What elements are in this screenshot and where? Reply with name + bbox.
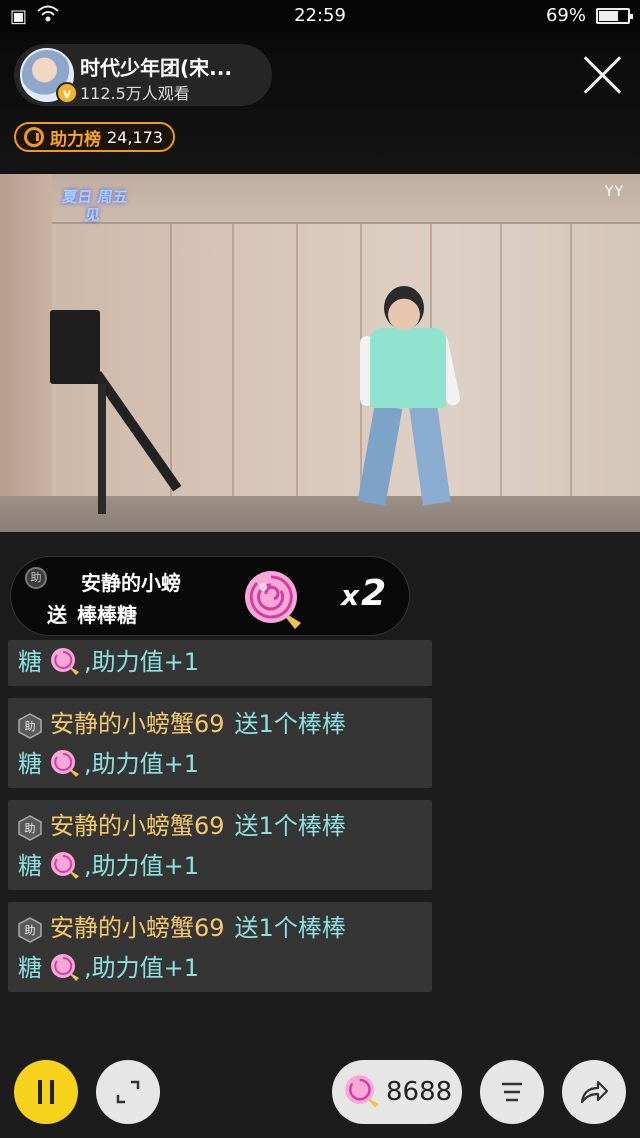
performer-head	[384, 286, 424, 330]
chat-line: 助 安静的小螃蟹69 送1个棒棒	[18, 704, 422, 744]
close-button[interactable]	[582, 54, 624, 96]
chat-text: 送1个棒棒	[234, 812, 346, 840]
wall-panel-line	[500, 224, 502, 496]
chat-line: 助 安静的小螃蟹69 送1个棒棒	[18, 908, 422, 948]
support-rank-button[interactable]: 助力榜 24,173	[14, 122, 175, 152]
svg-text:助: 助	[25, 923, 36, 937]
lollipop-icon	[345, 1075, 379, 1108]
chat-text: ,助力值+1	[84, 852, 200, 880]
wall-panel-line	[232, 224, 234, 496]
share-button[interactable]	[562, 1060, 626, 1124]
chat-username[interactable]: 安静的小螃蟹69	[50, 704, 225, 744]
chat-text: 糖	[18, 954, 42, 982]
lollipop-icon	[51, 648, 79, 675]
battery-percent: 69%	[545, 5, 586, 26]
avatar[interactable]: v	[20, 48, 78, 104]
performer-leg	[409, 404, 451, 506]
chat-line: 糖 ,助力值+1	[18, 642, 422, 682]
video-left-wall	[0, 174, 52, 532]
gift-name: 棒棒糖	[77, 603, 137, 627]
chat-line: 糖 ,助力值+1	[18, 744, 422, 784]
chat-text: 糖	[18, 648, 42, 676]
wall-panel-line	[296, 224, 298, 496]
chat-text: ,助力值+1	[84, 954, 200, 982]
viewer-count: 112.5万人观看	[80, 84, 190, 103]
gift-action: 送	[47, 603, 67, 627]
gift-multiplier: x2	[341, 573, 386, 614]
performer	[356, 286, 462, 506]
verified-badge: v	[56, 82, 78, 104]
lollipop-icon	[245, 571, 301, 629]
menu-button[interactable]	[480, 1060, 544, 1124]
support-badge-icon: 助	[18, 915, 42, 943]
performer-shirt	[370, 328, 446, 408]
rank-icon	[24, 127, 44, 147]
gift-count: 8688	[386, 1077, 453, 1107]
svg-text:助: 助	[25, 719, 36, 733]
performer-leg	[357, 404, 403, 506]
menu-icon	[502, 1082, 522, 1102]
lollipop-icon	[51, 954, 79, 981]
lollipop-icon	[51, 852, 79, 879]
status-bar: ▣ 22:59 69%	[0, 0, 640, 32]
chat-username[interactable]: 安静的小螃蟹69	[50, 806, 225, 846]
gift-sender: 安静的小螃	[81, 571, 181, 595]
live-header: v 时代少年团(宋... 112.5万人观看 助力榜 24,173	[0, 32, 640, 174]
yy-watermark: YY	[604, 184, 624, 200]
video-floor	[0, 496, 640, 532]
battery-icon	[596, 7, 633, 24]
chat-line: 糖 ,助力值+1	[18, 948, 422, 988]
pause-button[interactable]	[14, 1060, 78, 1124]
chat-text: 糖	[18, 852, 42, 880]
multiplier-prefix: x	[341, 579, 360, 612]
gift-banner: 助 安静的小螃 送 棒棒糖 x2	[10, 556, 410, 636]
host-info[interactable]: v 时代少年团(宋... 112.5万人观看	[14, 44, 272, 106]
chat-text: 送1个棒棒	[234, 914, 346, 942]
host-name: 时代少年团(宋...	[80, 56, 232, 80]
support-badge-icon: 助	[18, 813, 42, 841]
show-logo: 夏日 周五见	[61, 188, 129, 224]
rank-value: 24,173	[107, 127, 163, 147]
speaker-stand-leg	[98, 384, 106, 514]
rank-label: 助力榜	[50, 129, 101, 150]
clock: 22:59	[294, 5, 346, 26]
battery-fill	[599, 10, 619, 21]
lollipop-icon	[51, 750, 79, 777]
multiplier-value: 2	[361, 573, 387, 614]
support-badge-icon: 助	[18, 711, 42, 739]
chat-text: ,助力值+1	[84, 648, 200, 676]
chat-line: 糖 ,助力值+1	[18, 846, 422, 886]
chat-message: 糖 ,助力值+1	[8, 640, 432, 686]
support-badge-icon: 助	[25, 567, 47, 589]
speaker	[50, 310, 100, 384]
wall-panel-line	[170, 224, 172, 496]
chat-list[interactable]: 糖 ,助力值+1 助 安静的小螃蟹69 送1个棒棒 糖 ,助力值+1 助 安静的…	[8, 640, 432, 1004]
chat-message: 助 安静的小螃蟹69 送1个棒棒 糖 ,助力值+1	[8, 698, 432, 788]
svg-text:助: 助	[25, 821, 36, 835]
chat-username[interactable]: 安静的小螃蟹69	[50, 908, 225, 948]
chat-text: 糖	[18, 750, 42, 778]
live-video[interactable]: 夏日 周五见 YY	[0, 174, 640, 532]
chat-message: 助 安静的小螃蟹69 送1个棒棒 糖 ,助力值+1	[8, 800, 432, 890]
chat-line: 助 安静的小螃蟹69 送1个棒棒	[18, 806, 422, 846]
chat-message: 助 安静的小螃蟹69 送1个棒棒 糖 ,助力值+1	[8, 902, 432, 992]
speaker-stand	[92, 371, 182, 492]
expand-icon	[116, 1080, 140, 1104]
share-icon	[580, 1080, 609, 1104]
chat-text: ,助力值+1	[84, 750, 200, 778]
gift-button[interactable]: 8688	[332, 1060, 462, 1124]
chat-text: 送1个棒棒	[234, 710, 346, 738]
fullscreen-button[interactable]	[96, 1060, 160, 1124]
gift-line: 送 棒棒糖	[47, 599, 137, 628]
wall-panel-line	[570, 224, 572, 496]
